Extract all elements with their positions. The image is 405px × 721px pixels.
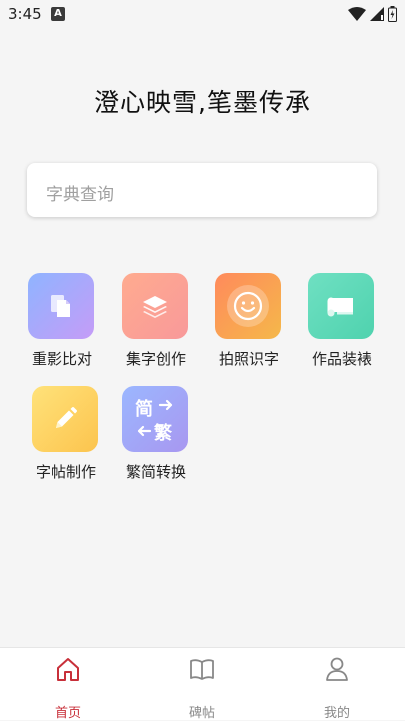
status-time: 3:45 — [8, 5, 42, 23]
tool-icon-bg-2 — [215, 273, 281, 339]
tool-label: 字帖制作 — [35, 463, 96, 481]
wifi-icon — [348, 7, 366, 21]
pencil-icon — [56, 407, 77, 428]
tool-label: 拍照识字 — [218, 350, 279, 368]
battery-icon — [388, 6, 397, 22]
nav-item-mine[interactable]: 我的 — [297, 656, 377, 721]
nav-item-home[interactable]: 首页 — [28, 656, 108, 721]
jian-fan-convert-icon: 简 繁 — [135, 398, 173, 444]
glyph-fan: 繁 — [153, 422, 173, 444]
layers-icon — [143, 296, 167, 318]
page-title: 澄心映雪,笔墨传承 — [94, 88, 311, 117]
nav-item-rubbings[interactable]: 碑帖 — [162, 656, 242, 721]
smile-camera-icon — [227, 285, 269, 327]
tool-trad-simp-convert[interactable]: 简 繁 繁简转换 — [109, 386, 203, 486]
tool-artwork-mount[interactable]: 作品装裱 — [295, 273, 389, 373]
tool-photo-recognize[interactable]: 拍照识字 — [202, 273, 296, 373]
nav-label: 我的 — [323, 706, 350, 721]
tool-overlay-compare[interactable]: 重影比对 — [15, 273, 109, 373]
tool-copybook-make[interactable]: 字帖制作 — [19, 386, 113, 486]
notification-icon: A — [51, 7, 65, 21]
person-icon — [326, 657, 348, 681]
scroll-icon — [327, 297, 353, 317]
status-icons — [348, 5, 397, 23]
tool-icon-bg-4 — [32, 386, 98, 452]
book-icon — [190, 659, 214, 680]
signal-icon — [370, 7, 384, 21]
tool-label: 繁简转换 — [125, 463, 186, 481]
tool-icon-bg-0 — [28, 273, 94, 339]
tool-collect-create[interactable]: 集字创作 — [109, 273, 203, 373]
bottom-nav: 首页 碑帖 我的 — [0, 647, 405, 721]
tool-label: 作品装裱 — [311, 350, 372, 368]
tool-label: 重影比对 — [31, 350, 92, 368]
tool-icon-bg-5: 简 繁 — [122, 386, 188, 452]
glyph-jian: 简 — [135, 398, 153, 420]
tool-icon-bg-1 — [122, 273, 188, 339]
nav-label: 首页 — [54, 706, 81, 721]
copy-icon — [51, 295, 70, 317]
tool-label: 集字创作 — [125, 350, 186, 368]
nav-label: 碑帖 — [188, 706, 215, 721]
search-input[interactable]: 字典查询 — [27, 163, 377, 217]
tool-icon-bg-3 — [308, 273, 374, 339]
search-placeholder: 字典查询 — [46, 185, 114, 205]
home-icon — [57, 658, 79, 681]
status-bar: 3:45 A — [0, 0, 405, 28]
